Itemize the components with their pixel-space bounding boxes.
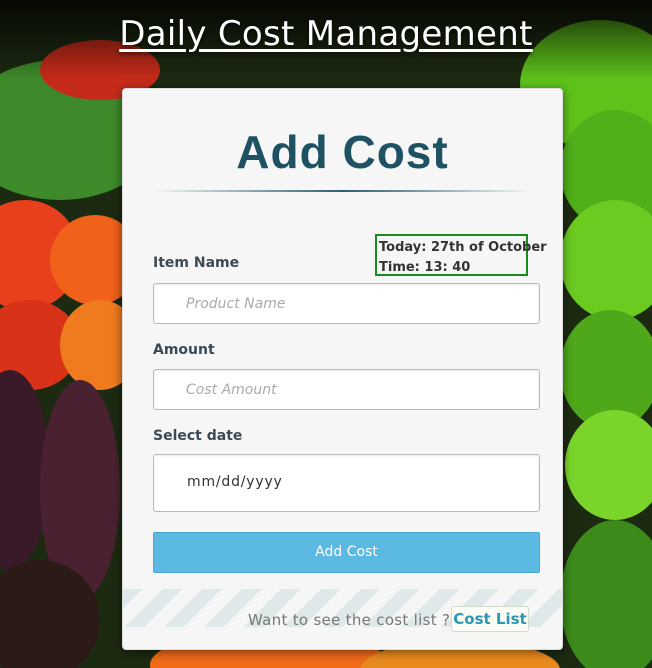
amount-field <box>153 369 540 410</box>
form-title: Add Cost <box>236 126 449 178</box>
page-title: Daily Cost Management <box>119 14 533 54</box>
amount-label: Amount <box>153 342 215 358</box>
item-name-field <box>153 283 540 324</box>
current-time: Time: 13: 40 <box>379 260 471 275</box>
datetime-box: Today: 27th of October Time: 13: 40 <box>375 234 547 276</box>
add-cost-card: Add Cost Today: 27th of October Time: 13… <box>122 88 563 650</box>
date-value: mm/dd/yyyy <box>187 474 283 490</box>
cost-list-link[interactable]: Cost List <box>451 606 529 632</box>
footer-prompt: Want to see the cost list ? <box>248 611 451 629</box>
date-input[interactable]: mm/dd/yyyy <box>153 454 540 512</box>
current-date: Today: 27th of October <box>379 240 547 255</box>
select-date-label: Select date <box>153 428 243 444</box>
item-name-label: Item Name <box>153 255 240 271</box>
add-cost-button[interactable]: Add Cost <box>153 532 540 573</box>
amount-input[interactable] <box>154 370 539 409</box>
item-name-input[interactable] <box>154 284 539 323</box>
title-divider <box>153 190 533 192</box>
